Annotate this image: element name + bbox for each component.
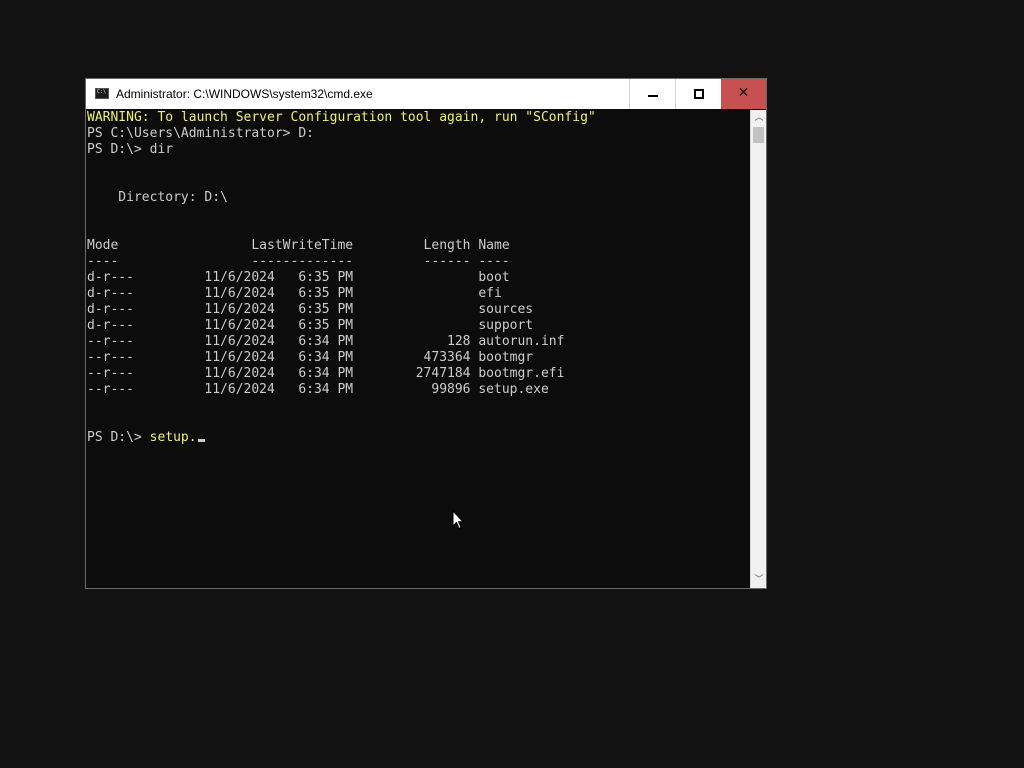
scroll-up-icon[interactable]: ︿ [751, 110, 767, 126]
listing-header: Mode LastWriteTime Length Name [87, 238, 510, 253]
console-output[interactable]: WARNING: To launch Server Configuration … [86, 110, 750, 588]
console-app-icon-label: C:\ [97, 89, 107, 95]
listing-row: --r--- 11/6/2024 6:34 PM 473364 bootmgr [87, 350, 534, 365]
console-warning-line: WARNING: To launch Server Configuration … [87, 110, 596, 125]
listing-row: d-r--- 11/6/2024 6:35 PM sources [87, 302, 534, 317]
scroll-thumb[interactable] [753, 127, 764, 143]
minimize-button[interactable] [629, 79, 675, 109]
maximize-button[interactable] [675, 79, 721, 109]
minimize-icon [648, 95, 658, 97]
mouse-pointer-icon [452, 510, 464, 530]
console-app-icon: C:\ [95, 88, 109, 99]
directory-heading: Directory: D:\ [87, 190, 228, 205]
console-line: PS D:\> dir [87, 142, 174, 157]
listing-row: d-r--- 11/6/2024 6:35 PM support [87, 318, 534, 333]
listing-row: --r--- 11/6/2024 6:34 PM 2747184 bootmgr… [87, 366, 565, 381]
scroll-down-icon[interactable]: ﹀ [751, 572, 767, 588]
prompt: PS D:\> [87, 430, 150, 445]
maximize-icon [694, 89, 704, 99]
command-input[interactable]: setup. [150, 430, 197, 445]
listing-row: d-r--- 11/6/2024 6:35 PM boot [87, 270, 510, 285]
console-line: PS C:\Users\Administrator> D: [87, 126, 314, 141]
close-button[interactable]: ✕ [721, 79, 766, 109]
desktop-background: C:\ Administrator: C:\WINDOWS\system32\c… [0, 0, 1024, 768]
close-icon: ✕ [737, 85, 750, 101]
text-cursor [197, 439, 205, 442]
listing-row: --r--- 11/6/2024 6:34 PM 99896 setup.exe [87, 382, 549, 397]
listing-row: --r--- 11/6/2024 6:34 PM 128 autorun.inf [87, 334, 565, 349]
listing-header-rule: ---- ------------- ------ ---- [87, 254, 510, 269]
prompt-line[interactable]: PS D:\> setup. [87, 430, 205, 446]
listing-row: d-r--- 11/6/2024 6:35 PM efi [87, 286, 502, 301]
vertical-scrollbar[interactable]: ︿ ﹀ [750, 110, 766, 588]
cmd-window[interactable]: C:\ Administrator: C:\WINDOWS\system32\c… [85, 78, 767, 589]
window-title: Administrator: C:\WINDOWS\system32\cmd.e… [116, 87, 373, 101]
title-bar[interactable]: C:\ Administrator: C:\WINDOWS\system32\c… [86, 79, 766, 109]
